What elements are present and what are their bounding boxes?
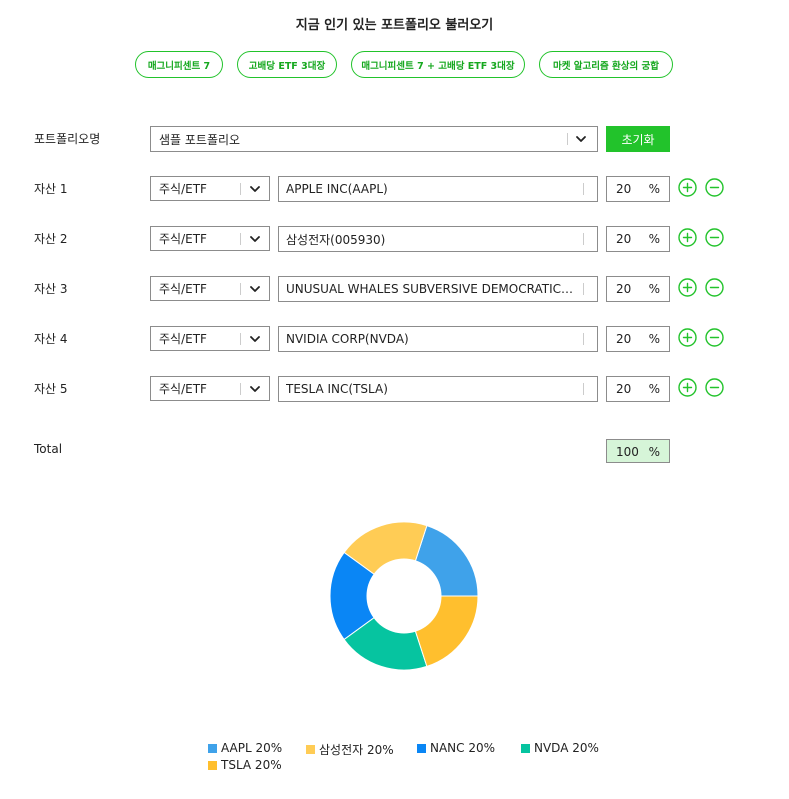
asset-weight-input[interactable]: 20 % [606,226,670,252]
plus-circle-icon[interactable] [678,378,697,397]
input-divider [583,183,584,195]
asset-name-value: NVIDIA CORP(NVDA) [286,332,409,346]
reset-button[interactable]: 초기화 [606,126,670,152]
total-value: 100 [616,445,639,459]
preset-chip-magnificent7-plus-dividend[interactable]: 매그니피센트 7 + 고배당 ETF 3대장 [351,51,525,78]
allocation-donut-chart [329,521,479,671]
plus-circle-icon[interactable] [678,228,697,247]
asset-type-value: 주식/ETF [159,382,207,396]
minus-circle-icon[interactable] [705,328,724,347]
weight-value: 20 [616,332,632,346]
input-divider [583,333,584,345]
legend-label: NANC 20% [430,741,496,755]
minus-circle-icon[interactable] [705,378,724,397]
portfolio-select-value: 샘플 포트폴리오 [159,132,241,147]
asset-weight-input[interactable]: 20 % [606,276,670,302]
chevron-down-icon [576,136,586,142]
select-divider [240,183,241,195]
asset-type-value: 주식/ETF [159,182,207,196]
asset-type-select[interactable]: 주식/ETF [150,176,270,201]
total-unit: % [648,445,660,459]
minus-circle-icon[interactable] [705,178,724,197]
preset-chip-high-dividend-etf[interactable]: 고배당 ETF 3대장 [237,51,337,78]
donut-slice-TSLA [414,595,479,668]
legend-swatch [208,743,217,753]
weight-unit: % [648,332,660,346]
preset-list: 매그니피센트 7 고배당 ETF 3대장 매그니피센트 7 + 고배당 ETF … [135,51,673,78]
legend-item: AAPL 20% [208,741,282,755]
weight-value: 20 [616,232,632,246]
preset-chip-market-algorithm[interactable]: 마켓 알고리즘 환상의 궁합 [539,51,673,78]
preset-chip-magnificent7[interactable]: 매그니피센트 7 [135,51,223,78]
donut-slice-AAPL [414,524,479,597]
legend-item: 삼성전자 20% [306,741,394,758]
minus-circle-icon[interactable] [705,228,724,247]
weight-unit: % [648,382,660,396]
legend-label: 삼성전자 20% [319,743,394,757]
asset-type-select[interactable]: 주식/ETF [150,376,270,401]
asset-search-input[interactable]: TESLA INC(TSLA) [278,376,598,402]
chevron-down-icon [250,286,260,292]
asset-label: 자산 3 [34,282,68,296]
asset-label: 자산 5 [34,382,68,396]
asset-type-value: 주식/ETF [159,232,207,246]
portfolio-label: 포트폴리오명 [34,132,101,146]
legend-item: TSLA 20% [208,758,282,772]
plus-circle-icon[interactable] [678,328,697,347]
asset-type-select[interactable]: 주식/ETF [150,326,270,351]
asset-type-select[interactable]: 주식/ETF [150,276,270,301]
legend-swatch [208,760,217,770]
asset-type-value: 주식/ETF [159,282,207,296]
legend-swatch [417,743,426,753]
asset-search-input[interactable]: APPLE INC(AAPL) [278,176,598,202]
total-weight: 100 % [606,439,670,463]
portfolio-select[interactable]: 샘플 포트폴리오 [150,126,598,152]
asset-weight-input[interactable]: 20 % [606,326,670,352]
legend-swatch [306,745,315,754]
chevron-down-icon [250,186,260,192]
legend-item: NVDA 20% [521,741,599,755]
weight-value: 20 [616,182,632,196]
legend-swatch [521,743,530,753]
select-divider [567,133,568,145]
asset-type-select[interactable]: 주식/ETF [150,226,270,251]
asset-search-input[interactable]: UNUSUAL WHALES SUBVERSIVE DEMOCRATIC ... [278,276,598,302]
asset-search-input[interactable]: NVIDIA CORP(NVDA) [278,326,598,352]
select-divider [240,233,241,245]
asset-label: 자산 2 [34,232,68,246]
asset-name-value: TESLA INC(TSLA) [286,382,388,396]
asset-weight-input[interactable]: 20 % [606,376,670,402]
asset-search-input[interactable]: 삼성전자(005930) [278,226,598,252]
input-divider [583,383,584,395]
asset-label: 자산 1 [34,182,68,196]
weight-unit: % [648,182,660,196]
select-divider [240,283,241,295]
asset-name-value: APPLE INC(AAPL) [286,182,388,196]
weight-value: 20 [616,282,632,296]
chevron-down-icon [250,386,260,392]
select-divider [240,383,241,395]
legend-label: NVDA 20% [534,741,599,755]
input-divider [583,233,584,245]
plus-circle-icon[interactable] [678,278,697,297]
weight-unit: % [648,232,660,246]
asset-label: 자산 4 [34,332,68,346]
weight-value: 20 [616,382,632,396]
legend-label: AAPL 20% [221,741,283,755]
total-label: Total [34,442,63,456]
asset-name-value: 삼성전자(005930) [286,232,386,247]
asset-type-value: 주식/ETF [159,332,207,346]
select-divider [240,333,241,345]
asset-name-value: UNUSUAL WHALES SUBVERSIVE DEMOCRATIC ... [286,282,574,296]
legend-item: NANC 20% [417,741,495,755]
plus-circle-icon[interactable] [678,178,697,197]
weight-unit: % [648,282,660,296]
chevron-down-icon [250,336,260,342]
legend-label: TSLA 20% [221,758,282,772]
input-divider [583,283,584,295]
minus-circle-icon[interactable] [705,278,724,297]
page-title: 지금 인기 있는 포트폴리오 불러오기 [295,18,494,33]
asset-weight-input[interactable]: 20 % [606,176,670,202]
chevron-down-icon [250,236,260,242]
